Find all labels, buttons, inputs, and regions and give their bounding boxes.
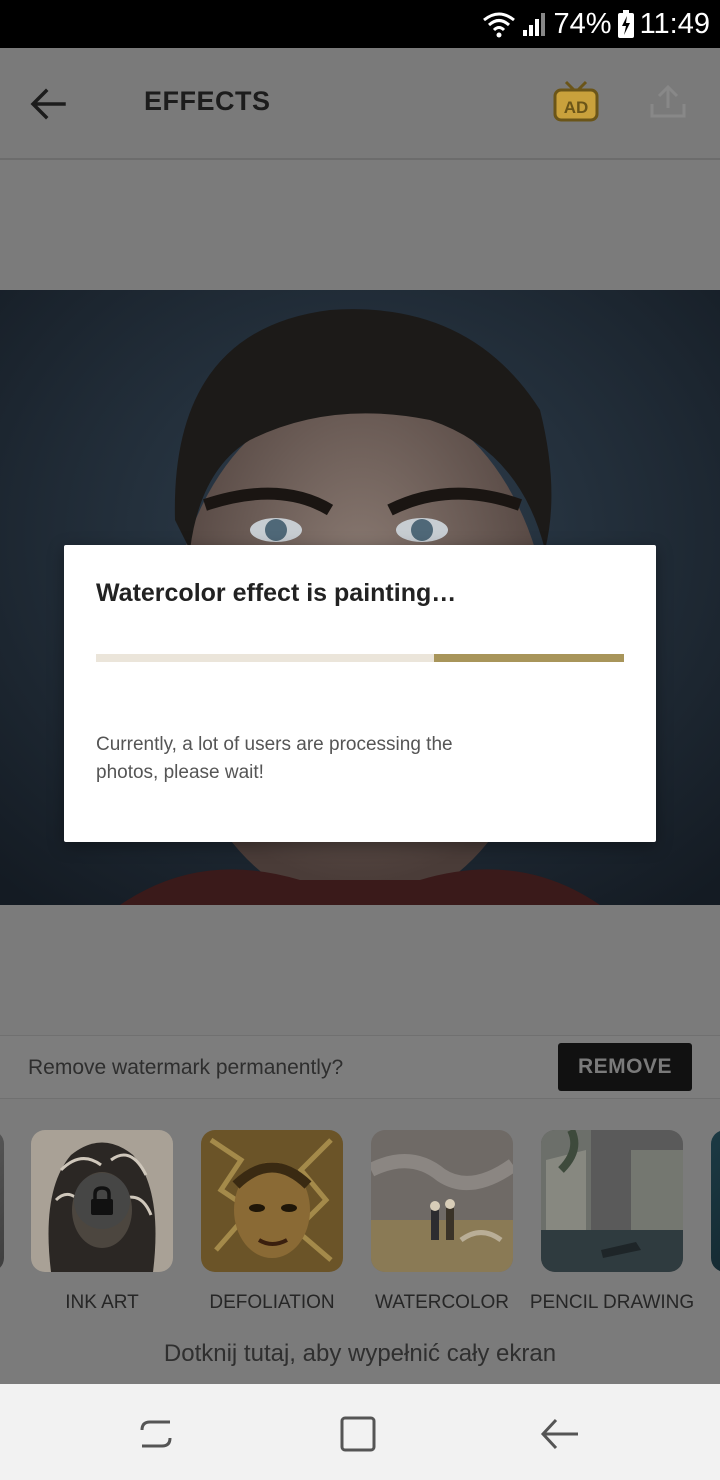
effect-item[interactable] [711, 1130, 720, 1330]
dialog-title: Watercolor effect is painting… [96, 579, 457, 607]
battery-charging-icon [617, 10, 634, 38]
processing-dialog: Watercolor effect is painting… Currently… [64, 545, 656, 842]
recents-icon [134, 1420, 178, 1460]
effect-item-defoliation[interactable]: DEFOLIATION [201, 1130, 361, 1330]
status-bar: 74% 11:49 [0, 0, 720, 48]
effect-thumbnail [711, 1130, 720, 1272]
effects-carousel[interactable]: E INK ART [0, 1100, 720, 1330]
effect-thumbnail [201, 1130, 343, 1272]
canvas-padding-bottom [0, 905, 720, 1035]
battery-percent: 74% [553, 7, 612, 40]
svg-text:AD: AD [564, 98, 589, 117]
effect-label: WATERCOLOR [374, 1292, 510, 1313]
recent-apps-button[interactable] [134, 1412, 178, 1456]
watch-ad-button[interactable]: AD [552, 80, 600, 128]
effect-thumbnail [31, 1130, 173, 1272]
progress-bar [96, 654, 624, 662]
effect-thumbnail [541, 1130, 683, 1272]
clock: 11:49 [639, 7, 710, 40]
signal-icon [522, 10, 548, 38]
effect-label: INK ART [65, 1292, 139, 1313]
upload-icon [648, 84, 688, 124]
page-title: EFFECTS [144, 86, 271, 116]
watermark-banner: Remove watermark permanently? REMOVE [0, 1035, 720, 1099]
home-icon [336, 1416, 380, 1460]
system-nav-bar [0, 1384, 720, 1480]
progress-fill [433, 654, 624, 662]
effect-item-watercolor[interactable]: WATERCOLOR [371, 1130, 531, 1330]
effect-thumbnail [0, 1130, 4, 1272]
watermark-prompt: Remove watermark permanently? [28, 1056, 344, 1079]
effect-label: PENCIL DRAWING [529, 1292, 695, 1313]
share-button[interactable] [648, 84, 696, 132]
effect-item-ink-art[interactable]: INK ART [31, 1130, 191, 1330]
back-nav-button[interactable] [538, 1412, 582, 1456]
remove-watermark-button[interactable]: REMOVE [558, 1043, 692, 1091]
tv-ad-icon: AD [552, 80, 600, 128]
app-bar: EFFECTS AD [0, 48, 720, 160]
effect-label: DEFOLIATION [209, 1292, 335, 1313]
effect-item-pencil-drawing[interactable]: PENCIL DRAWING [530, 1130, 701, 1330]
back-icon [538, 1418, 582, 1460]
lock-icon [74, 1173, 130, 1229]
back-arrow-icon [30, 88, 66, 125]
wifi-icon [482, 10, 516, 38]
dialog-message: Currently, a lot of users are processing… [96, 734, 453, 783]
canvas-padding-top [0, 162, 720, 290]
home-button[interactable] [336, 1412, 380, 1456]
fill-screen-hint[interactable]: Dotknij tutaj, aby wypełnić cały ekran [0, 1340, 720, 1368]
back-button[interactable] [24, 82, 72, 130]
effect-thumbnail [371, 1130, 513, 1272]
